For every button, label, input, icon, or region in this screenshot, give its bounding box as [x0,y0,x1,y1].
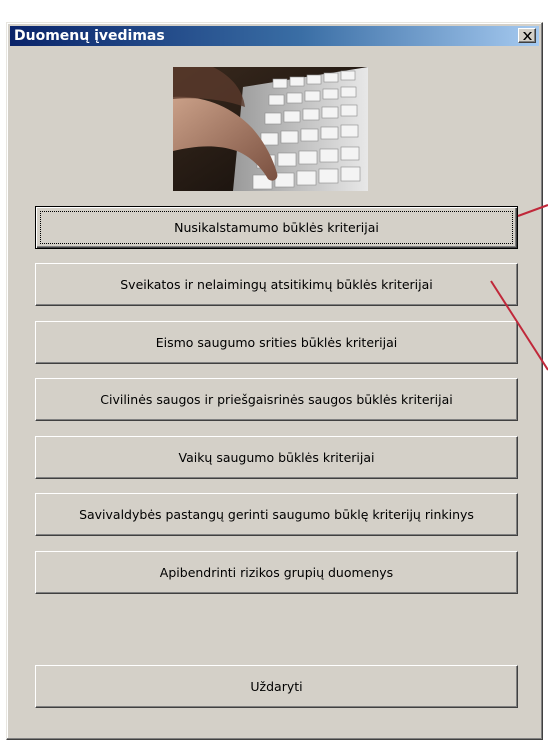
dialog-window: Duomenų įvedimas Nusikalstamumo būklės k… [6,22,543,740]
risk-groups-summary-button[interactable]: Apibendrinti rizikos grupių duomenys [35,551,518,594]
close-button[interactable]: Uždaryti [35,665,518,708]
traffic-safety-criteria-button[interactable]: Eismo saugumo srities būklės kriterijai [35,321,518,364]
button-label: Civilinės saugos ir priešgaisrinės saugo… [100,392,453,407]
button-label: Uždaryti [250,679,303,694]
button-label: Eismo saugumo srities būklės kriterijai [155,335,398,350]
hand-typing-on-keyboard-image [173,67,368,191]
button-label: Apibendrinti rizikos grupių duomenys [159,565,394,580]
window-title: Duomenų įvedimas [14,28,165,44]
close-x-icon [523,32,532,40]
close-window-button[interactable] [518,28,536,43]
civil-fire-safety-criteria-button[interactable]: Civilinės saugos ir priešgaisrinės saugo… [35,378,518,421]
municipality-efforts-criteria-button[interactable]: Savivaldybės pastangų gerinti saugumo bū… [35,493,518,536]
keyboard-photo [173,67,368,191]
crime-criteria-button[interactable]: Nusikalstamumo būklės kriterijai [35,206,518,249]
button-label: Vaikų saugumo būklės kriterijai [178,450,375,465]
health-accidents-criteria-button[interactable]: Sveikatos ir nelaimingų atsitikimų būklė… [35,263,518,306]
button-label: Sveikatos ir nelaimingų atsitikimų būklė… [120,277,433,292]
title-bar[interactable]: Duomenų įvedimas [10,26,539,46]
button-label: Nusikalstamumo būklės kriterijai [174,220,379,235]
child-safety-criteria-button[interactable]: Vaikų saugumo būklės kriterijai [35,436,518,479]
button-label: Savivaldybės pastangų gerinti saugumo bū… [79,507,474,522]
